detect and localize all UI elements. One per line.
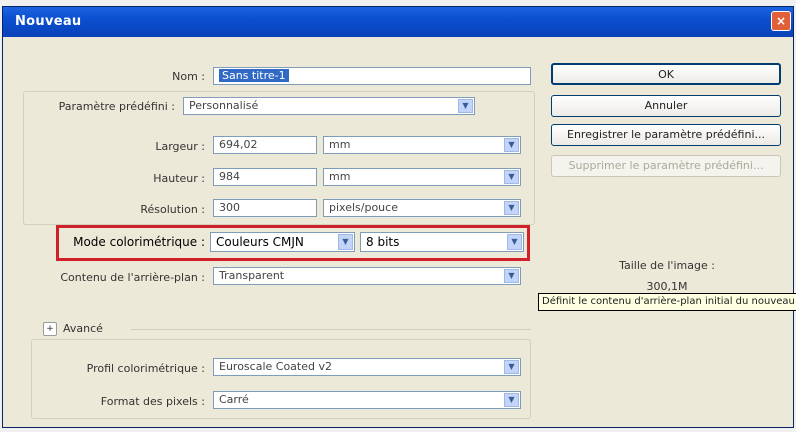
image-size-value: 300,1M	[646, 280, 688, 293]
chevron-down-icon[interactable]: ▼	[504, 269, 519, 283]
resolution-unit-select[interactable]: pixels/pouce ▼	[323, 199, 521, 217]
name-input[interactable]: Sans titre-1	[213, 67, 531, 85]
resolution-input[interactable]: 300	[213, 199, 317, 217]
image-size-label: Taille de l'image :	[619, 259, 715, 272]
chevron-down-icon[interactable]: ▼	[504, 170, 519, 184]
color-profile-label: Profil colorimétrique :	[86, 362, 205, 375]
new-document-dialog: Nouveau × Nom : Sans titre-1 Paramètre p…	[2, 6, 796, 428]
color-profile-value: Euroscale Coated v2	[219, 360, 332, 373]
resolution-label: Résolution :	[140, 203, 205, 216]
width-unit-select[interactable]: mm ▼	[323, 136, 521, 154]
dialog-title: Nouveau	[15, 14, 82, 29]
height-value: 984	[219, 170, 240, 183]
background-value: Transparent	[219, 269, 285, 282]
preset-value: Personnalisé	[189, 99, 259, 112]
background-label: Contenu de l'arrière-plan :	[60, 271, 205, 284]
advanced-label[interactable]: Avancé	[63, 322, 103, 335]
background-select[interactable]: Transparent ▼	[213, 267, 521, 285]
cancel-button[interactable]: Annuler	[551, 95, 781, 117]
width-label: Largeur :	[155, 140, 205, 153]
bit-depth-value: 8 bits	[366, 235, 400, 249]
pixel-format-label: Format des pixels :	[100, 395, 205, 408]
chevron-down-icon[interactable]: ▼	[504, 138, 519, 152]
height-unit-value: mm	[329, 170, 351, 183]
chevron-down-icon[interactable]: ▼	[338, 234, 353, 250]
preset-select[interactable]: Personnalisé ▼	[183, 97, 475, 115]
bit-depth-select[interactable]: 8 bits ▼	[360, 232, 524, 252]
height-label: Hauteur :	[153, 172, 205, 185]
pixel-format-value: Carré	[219, 393, 249, 406]
expand-icon[interactable]: +	[43, 322, 57, 336]
chevron-down-icon[interactable]: ▼	[504, 201, 519, 215]
height-unit-select[interactable]: mm ▼	[323, 168, 521, 186]
resolution-unit-value: pixels/pouce	[329, 201, 398, 214]
chevron-down-icon[interactable]: ▼	[458, 99, 473, 113]
close-icon[interactable]: ×	[771, 11, 791, 31]
tooltip: Définit le contenu d'arrière-plan initia…	[538, 293, 796, 311]
name-label: Nom :	[172, 70, 205, 83]
title-bar: Nouveau ×	[3, 7, 793, 37]
save-preset-button[interactable]: Enregistrer le paramètre prédéfini...	[551, 124, 781, 146]
width-unit-value: mm	[329, 138, 351, 151]
color-mode-select[interactable]: Couleurs CMJN ▼	[210, 232, 355, 252]
resolution-value: 300	[219, 201, 240, 214]
height-input[interactable]: 984	[213, 168, 317, 186]
width-value: 694,02	[219, 138, 258, 151]
advanced-divider	[131, 329, 531, 330]
delete-preset-button: Supprimer le paramètre prédéfini...	[551, 155, 781, 177]
color-mode-label: Mode colorimétrique :	[73, 235, 205, 249]
color-mode-value: Couleurs CMJN	[216, 235, 304, 249]
ok-button[interactable]: OK	[551, 63, 781, 85]
name-value: Sans titre-1	[219, 69, 289, 82]
color-profile-select[interactable]: Euroscale Coated v2 ▼	[213, 358, 521, 376]
preset-label: Paramètre prédéfini :	[58, 100, 175, 113]
chevron-down-icon[interactable]: ▼	[504, 393, 519, 407]
chevron-down-icon[interactable]: ▼	[507, 234, 522, 250]
pixel-format-select[interactable]: Carré ▼	[213, 391, 521, 409]
chevron-down-icon[interactable]: ▼	[504, 360, 519, 374]
width-input[interactable]: 694,02	[213, 136, 317, 154]
